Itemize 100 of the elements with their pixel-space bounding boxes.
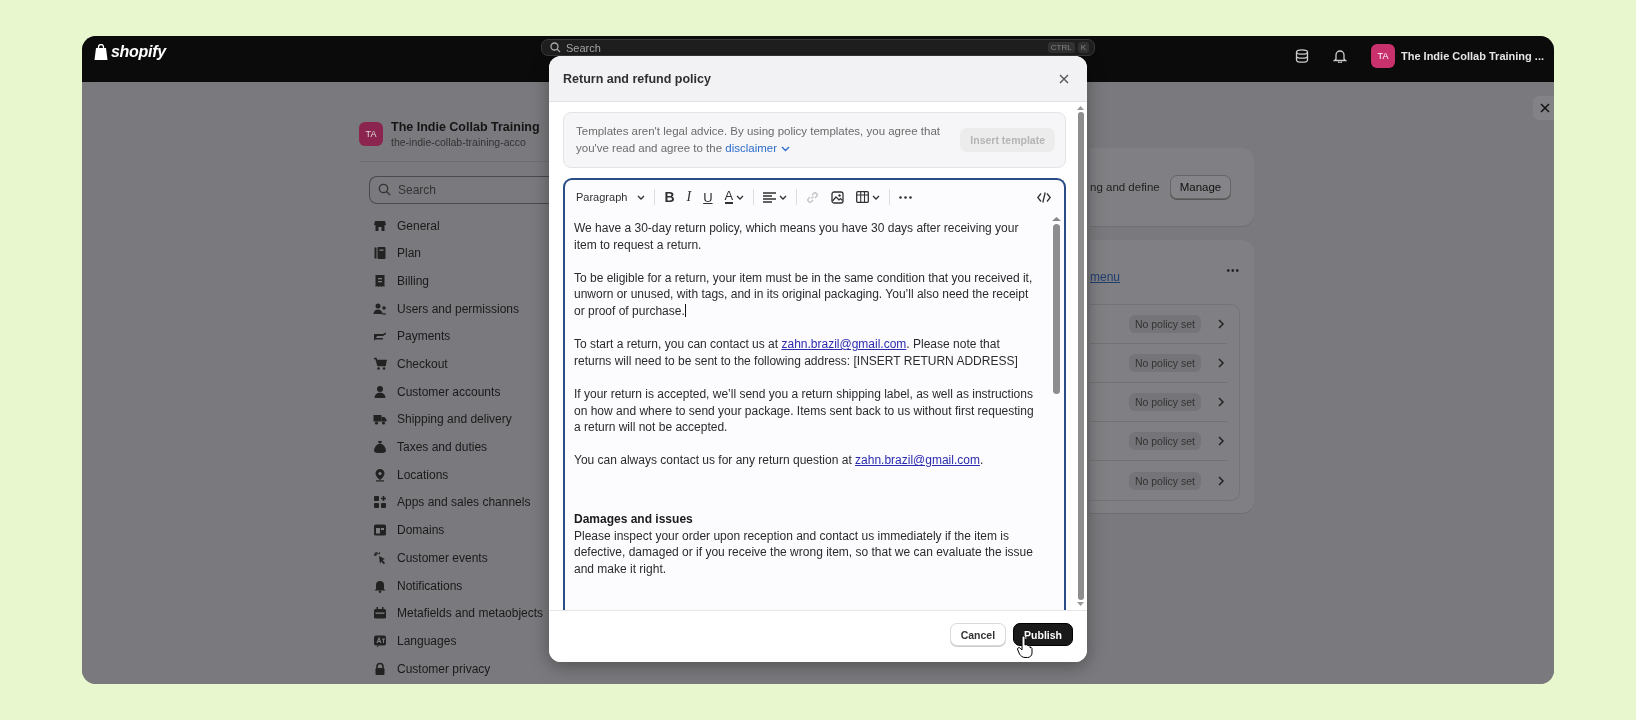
shortcut-key: K <box>1077 42 1089 53</box>
policy-row[interactable]: No policy set <box>1090 461 1227 500</box>
caret-icon <box>872 194 881 200</box>
bold-button[interactable]: B <box>661 186 678 208</box>
sidebar-item[interactable]: Taxes and duties <box>373 433 549 461</box>
translate-icon <box>373 633 387 648</box>
pin-icon <box>373 467 387 482</box>
store-domain: the-indie-collab-training-acco <box>391 135 527 149</box>
people-icon <box>373 301 387 316</box>
browser-window-icon <box>373 523 387 538</box>
notice-text: Templates aren't legal advice. By using policy templates, you agree that you've read and agree to the disclaimer <box>576 124 941 156</box>
sidebar-item[interactable]: Checkout <box>373 350 549 378</box>
disclaimer-link[interactable]: disclaimer <box>725 142 777 154</box>
lock-icon <box>373 661 387 676</box>
sidebar-item[interactable]: Customer accounts <box>373 377 549 406</box>
chevron-right-icon <box>1217 475 1225 486</box>
receipt-icon <box>373 273 387 288</box>
scroll-down-icon <box>1077 602 1084 607</box>
chevron-right-icon <box>1217 358 1225 368</box>
cancel-button[interactable]: Cancel <box>949 623 1007 646</box>
sidebar-item[interactable]: Metafields and metaobjects <box>373 599 549 628</box>
sidebar-item[interactable]: Domains <box>373 516 549 544</box>
policy-paragraph: To start a return, you can contact us at zahn.brazil@gmail.com. Please note that returns will need to be sent to the following address: [INSERT RETURN ADDRESS] <box>574 336 1019 370</box>
status-badge: No policy set <box>1128 432 1201 450</box>
calendar-icon <box>373 606 387 621</box>
sidebar-item[interactable]: Languages <box>373 627 549 655</box>
modal-title: Return and refund policy <box>563 71 711 86</box>
scroll-up-icon <box>1051 216 1061 221</box>
italic-button[interactable]: I <box>683 186 695 208</box>
shopping-bag-icon <box>94 43 108 61</box>
apps-grid-icon <box>373 495 387 510</box>
caret-icon <box>736 194 745 200</box>
policy-row[interactable]: No policy set <box>1090 383 1227 422</box>
policy-paragraph: You can always contact us for any return question at zahn.brazil@gmail.com. <box>574 452 985 469</box>
store-avatar[interactable]: TA <box>1371 44 1395 68</box>
policy-row[interactable]: No policy set <box>1090 422 1227 461</box>
sidebar-item[interactable]: Plan <box>373 239 549 268</box>
caret-icon <box>779 194 788 200</box>
text-editor[interactable] <box>563 178 1066 610</box>
book-icon <box>373 246 387 261</box>
caret-icon <box>637 194 646 200</box>
policy-row[interactable]: No policy set <box>1090 344 1227 383</box>
format-dropdown[interactable]: Paragraph <box>573 188 649 206</box>
scrollbar-thumb[interactable] <box>1052 224 1060 394</box>
more-icon <box>899 195 913 199</box>
money-bag-icon <box>373 440 387 455</box>
truck-icon <box>373 412 387 427</box>
publish-button[interactable]: Publish <box>1013 623 1073 646</box>
scrollbar-thumb[interactable] <box>1077 112 1084 600</box>
sidebar-item[interactable]: Customer privacy <box>373 654 549 683</box>
person-icon <box>373 384 387 399</box>
sidebar-item[interactable]: Shipping and delivery <box>373 405 549 434</box>
status-badge: No policy set <box>1128 354 1201 372</box>
sidebar-item[interactable]: Locations <box>373 460 549 489</box>
text-color-button[interactable]: A <box>721 187 748 207</box>
bell-icon[interactable] <box>1333 49 1347 63</box>
align-left-icon <box>763 191 777 203</box>
underline-button[interactable]: U <box>700 186 716 208</box>
close-button[interactable] <box>1533 96 1554 120</box>
store-name[interactable]: The Indie Collab Training ... <box>1401 50 1544 62</box>
chevron-down-icon <box>781 145 790 152</box>
store-name: The Indie Collab Training <box>391 120 540 136</box>
section-heading: Damages and issues <box>574 510 694 528</box>
sidebar-item[interactable]: Apps and sales channels <box>373 488 549 517</box>
image-icon <box>831 190 845 204</box>
card-text: ng and define <box>1090 181 1160 193</box>
close-icon <box>1059 73 1069 84</box>
store-icon <box>373 218 387 233</box>
search-icon <box>550 42 561 53</box>
policy-paragraph: Please inspect your order upon reception and contact us immediately if the item is defective, damaged or if you receive the wrong item, so that we can evaluate the issue and make it right. <box>574 527 1034 578</box>
sidebar-item[interactable]: Customer events <box>373 544 549 572</box>
database-icon[interactable] <box>1295 49 1309 63</box>
chevron-right-icon <box>1217 436 1225 446</box>
bell-icon <box>373 578 387 593</box>
shortcut-key: CTRL <box>1047 42 1075 53</box>
close-icon <box>1540 103 1550 113</box>
policy-paragraph: If your return is accepted, we’ll send you a return shipping label, as well as instructions on how and where to send your package. Items sent back to us without first requesting a return will not be accepted. <box>574 385 1035 436</box>
search-icon <box>378 182 391 196</box>
chevron-right-icon <box>1217 397 1225 407</box>
status-badge: No policy set <box>1128 393 1201 411</box>
menu-link[interactable]: menu <box>1090 270 1121 284</box>
store-avatar: TA <box>359 122 383 147</box>
sidebar-item[interactable]: Users and permissions <box>373 294 549 323</box>
click-icon <box>373 550 387 565</box>
email-link[interactable]: zahn.brazil@gmail.com <box>855 453 980 468</box>
status-badge: No policy set <box>1128 471 1201 490</box>
link-icon <box>806 190 820 204</box>
cart-icon <box>373 357 387 372</box>
code-icon <box>1037 191 1051 203</box>
policy-paragraph: We have a 30-day return policy, which means you have 30 days after receiving your item to request a return. <box>574 220 1020 254</box>
sidebar-item[interactable]: Payments <box>373 322 549 351</box>
sidebar-item[interactable]: General <box>373 211 549 240</box>
policy-paragraph: To be eligible for a return, your item must be in the same condition that you received it, unworn or unused, with tags, and in its original packaging. You’ll also need the receipt or proof of purchase. <box>574 269 1034 320</box>
logo-text: shopify <box>111 43 166 61</box>
sidebar-item[interactable]: Billing <box>373 267 549 295</box>
policy-row[interactable]: No policy set <box>1090 305 1227 344</box>
more-button[interactable]: ••• <box>1226 265 1240 284</box>
sidebar-item[interactable]: Notifications <box>373 571 549 600</box>
scroll-up-icon <box>1077 105 1084 110</box>
manage-button[interactable]: Manage <box>1169 175 1232 199</box>
